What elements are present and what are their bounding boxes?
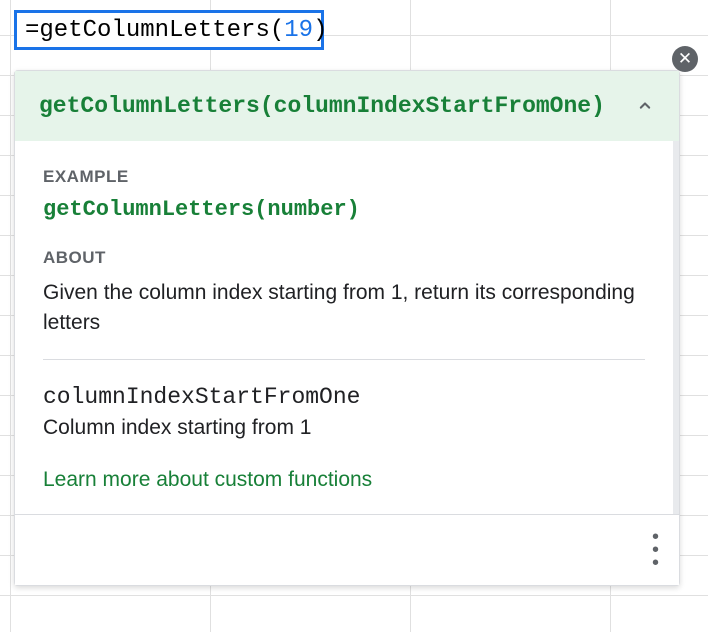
cell-formula-editor[interactable]: = getColumnLetters ( 19 ) xyxy=(14,10,324,50)
example-code: getColumnLetters(number) xyxy=(43,197,645,222)
formula-close-paren: ) xyxy=(313,17,327,44)
tooltip-header: getColumnLetters(columnIndexStartFromOne… xyxy=(15,71,679,141)
more-vert-icon[interactable]: ••• xyxy=(644,525,665,575)
param-description: Column index starting from 1 xyxy=(43,416,645,440)
close-icon[interactable]: ✕ xyxy=(672,46,698,72)
param-name: columnIndexStartFromOne xyxy=(43,384,645,410)
learn-more-link[interactable]: Learn more about custom functions xyxy=(43,468,372,491)
function-help-tooltip: getColumnLetters(columnIndexStartFromOne… xyxy=(14,70,680,586)
tooltip-footer: ••• xyxy=(15,514,679,585)
formula-equals: = xyxy=(25,17,39,44)
close-glyph: ✕ xyxy=(678,49,692,69)
formula-function: getColumnLetters xyxy=(39,17,269,44)
tooltip-body: EXAMPLE getColumnLetters(number) ABOUT G… xyxy=(15,141,679,514)
function-signature: getColumnLetters(columnIndexStartFromOne… xyxy=(39,93,605,119)
about-label: ABOUT xyxy=(43,248,645,268)
about-text: Given the column index starting from 1, … xyxy=(43,278,645,339)
formula-open-paren: ( xyxy=(270,17,284,44)
chevron-up-icon[interactable] xyxy=(635,96,655,116)
formula-argument: 19 xyxy=(284,17,313,44)
example-label: EXAMPLE xyxy=(43,167,645,187)
divider xyxy=(43,359,645,360)
